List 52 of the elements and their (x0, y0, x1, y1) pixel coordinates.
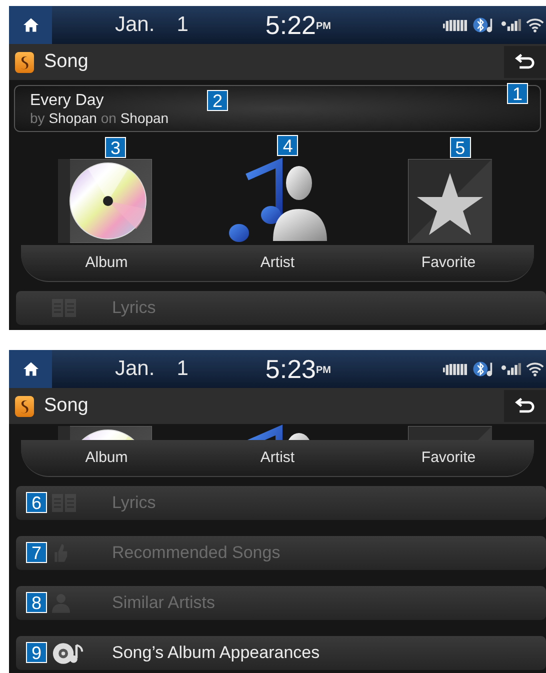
date-month: Jan. (115, 12, 155, 38)
back-button[interactable] (504, 46, 546, 78)
category-label[interactable]: Artist (192, 252, 363, 274)
callout-number: 7 (26, 542, 47, 563)
callout-number: 5 (450, 137, 471, 158)
category-label[interactable]: Album (21, 252, 192, 274)
callout-number: 3 (105, 137, 126, 158)
callout-number: 2 (207, 90, 228, 111)
book-icon (52, 299, 76, 317)
song-title: Every Day (30, 90, 104, 110)
category-label[interactable]: Favorite (363, 252, 534, 274)
book-icon (52, 494, 76, 512)
back-icon (514, 397, 536, 415)
screen-title: Song (44, 50, 88, 74)
clock-meridiem: PM (316, 20, 331, 34)
callout-number: 8 (26, 592, 47, 613)
home-button[interactable] (9, 6, 52, 44)
date-month: Jan. (115, 356, 155, 382)
cd-case-icon[interactable] (58, 159, 152, 243)
menu-item[interactable]: 9 Song’s Album Appearances (16, 636, 546, 670)
clock-meridiem: PM (316, 364, 331, 378)
thumb-up-icon (52, 543, 68, 563)
category-label[interactable]: Artist (192, 446, 363, 470)
date-day: 1 (176, 9, 188, 41)
phone-signal-icon (501, 362, 521, 376)
screen-title: Song (44, 394, 88, 418)
song-byline: by Shopan on Shopan (30, 110, 169, 126)
star-icon[interactable] (408, 159, 492, 243)
back-icon (514, 53, 536, 71)
date-day: 1 (176, 353, 188, 385)
home-icon (22, 360, 40, 378)
wifi-icon (526, 362, 544, 376)
phone-signal-icon (501, 18, 521, 32)
app-icon (15, 52, 34, 72)
home-icon (22, 16, 40, 34)
category-label[interactable]: Favorite (363, 446, 534, 470)
back-button[interactable] (504, 390, 546, 422)
callout-number: 4 (277, 135, 298, 156)
callout-number: 1 (507, 83, 528, 104)
disc-note-icon (52, 642, 84, 664)
person-icon (52, 593, 70, 613)
callout-number: 9 (26, 642, 47, 663)
home-button[interactable] (9, 350, 52, 388)
category-label[interactable]: Album (21, 446, 192, 470)
app-icon (15, 396, 34, 416)
signal-bars-icon (443, 362, 467, 376)
wifi-icon (526, 18, 544, 32)
signal-bars-icon (443, 18, 467, 32)
clock-time: 5:23 (265, 352, 316, 386)
clock-time: 5:22 (265, 8, 316, 42)
callout-number: 6 (26, 492, 47, 513)
note-person-icon[interactable] (227, 157, 328, 243)
